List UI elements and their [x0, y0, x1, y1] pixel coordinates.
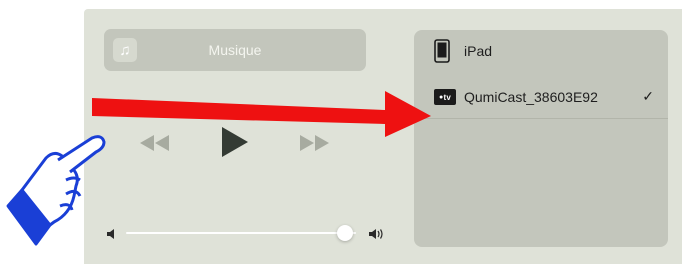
volume-slider-thumb[interactable] — [336, 225, 353, 241]
fast-forward-icon — [300, 135, 329, 151]
device-label: QumiCast_38603E92 — [464, 89, 598, 105]
volume-low-icon — [106, 227, 118, 245]
playback-controls — [134, 127, 334, 161]
volume-slider-track[interactable] — [126, 232, 356, 234]
control-center-panel: ♫ Musique iPad ● tv QumiCast_38603E92 ✓ — [84, 9, 682, 264]
now-playing-bar[interactable]: ♫ Musique — [104, 29, 366, 71]
volume-control — [106, 223, 383, 245]
rewind-icon — [140, 135, 169, 151]
now-playing-title: Musique — [208, 42, 262, 58]
play-button[interactable] — [222, 127, 248, 157]
play-icon — [222, 127, 248, 157]
device-row-qumicast[interactable]: ● tv QumiCast_38603E92 ✓ — [414, 76, 668, 119]
device-label: iPad — [464, 43, 493, 59]
apple-tv-icon: ● tv — [434, 89, 456, 105]
fast-forward-button[interactable] — [300, 135, 330, 151]
device-row-ipad[interactable]: iPad — [414, 30, 668, 72]
ipad-icon — [434, 39, 450, 68]
rewind-button[interactable] — [140, 135, 170, 151]
volume-high-icon — [368, 227, 386, 245]
selected-checkmark-icon: ✓ — [642, 88, 654, 104]
airplay-device-list: iPad ● tv QumiCast_38603E92 ✓ — [414, 30, 668, 247]
